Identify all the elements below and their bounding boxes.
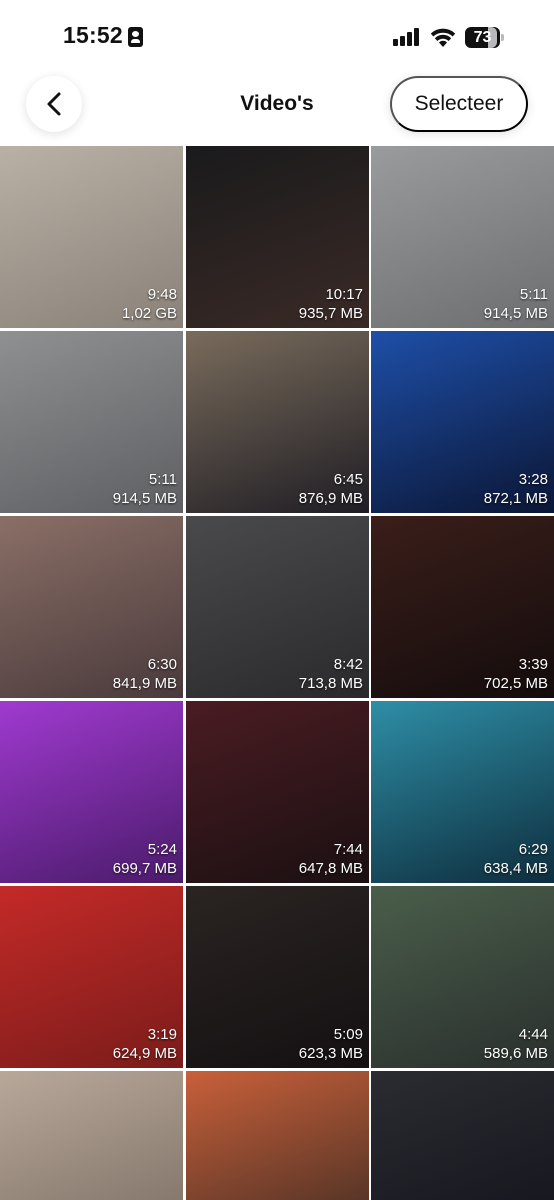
video-size: 702,5 MB [483, 675, 548, 692]
video-meta: 7:44 647,8 MB [299, 840, 363, 878]
video-duration: 9:48 [147, 286, 177, 303]
video-meta: 5:24 699,7 MB [113, 840, 177, 878]
video-size: 876,9 MB [298, 490, 363, 507]
video-duration: 3:28 [518, 471, 548, 488]
video-duration: 10:17 [325, 286, 363, 303]
video-duration: 3:39 [518, 656, 548, 673]
video-thumbnail[interactable] [371, 1071, 554, 1200]
battery-level: 73 [473, 29, 492, 46]
video-thumbnail[interactable]: 3:28 872,1 MB [371, 331, 554, 513]
video-meta: 3:39 702,5 MB [484, 655, 548, 693]
video-thumbnail[interactable]: 6:45 876,9 MB [186, 331, 369, 513]
video-meta: 9:48 1,02 GB [122, 285, 177, 323]
video-duration: 5:24 [147, 841, 177, 858]
video-thumbnail[interactable]: 5:24 699,7 MB [0, 701, 183, 883]
video-size: 623,3 MB [298, 1045, 363, 1062]
video-size: 914,5 MB [112, 490, 177, 507]
contact-card-icon [128, 27, 143, 47]
video-size: 872,1 MB [483, 490, 548, 507]
video-thumbnail[interactable]: 8:42 713,8 MB [186, 516, 369, 698]
video-size: 914,5 MB [483, 305, 548, 322]
video-thumbnail[interactable]: 5:11 914,5 MB [0, 331, 183, 513]
video-duration: 3:19 [147, 1026, 177, 1043]
video-meta: 5:11 914,5 MB [113, 470, 177, 508]
video-thumbnail[interactable] [0, 1071, 183, 1200]
video-thumbnail[interactable]: 5:11 914,5 MB [371, 146, 554, 328]
video-duration: 5:11 [148, 471, 177, 488]
video-thumbnail[interactable]: 9:48 1,02 GB [0, 146, 183, 328]
select-button[interactable]: Selecteer [390, 76, 528, 132]
video-duration: 5:11 [519, 286, 548, 303]
video-meta: 6:45 876,9 MB [299, 470, 363, 508]
wifi-icon [430, 28, 456, 47]
video-size: 624,9 MB [112, 1045, 177, 1062]
video-duration: 6:30 [147, 656, 177, 673]
video-meta: 6:29 638,4 MB [484, 840, 548, 878]
video-size: 589,6 MB [483, 1045, 548, 1062]
video-meta: 3:19 624,9 MB [113, 1025, 177, 1063]
video-duration: 4:44 [518, 1026, 548, 1043]
status-time: 15:52 [63, 22, 123, 48]
video-thumbnail[interactable]: 5:09 623,3 MB [186, 886, 369, 1068]
video-thumbnail[interactable]: 7:44 647,8 MB [186, 701, 369, 883]
video-size: 935,7 MB [298, 305, 363, 322]
video-meta: 8:42 713,8 MB [299, 655, 363, 693]
video-meta: 4:44 589,6 MB [484, 1025, 548, 1063]
video-meta: 5:11 914,5 MB [484, 285, 548, 323]
video-size: 713,8 MB [298, 675, 363, 692]
video-size: 647,8 MB [298, 860, 363, 877]
video-thumbnail[interactable]: 4:44 589,6 MB [371, 886, 554, 1068]
battery-icon: 73 [465, 27, 504, 48]
video-duration: 8:42 [333, 656, 363, 673]
video-meta: 3:28 872,1 MB [484, 470, 548, 508]
video-thumbnail[interactable]: 6:30 841,9 MB [0, 516, 183, 698]
video-duration: 7:44 [333, 841, 363, 858]
video-duration: 5:09 [333, 1026, 363, 1043]
video-duration: 6:29 [518, 841, 548, 858]
video-meta: 10:17 935,7 MB [299, 285, 363, 323]
video-thumbnail[interactable]: 10:17 935,7 MB [186, 146, 369, 328]
video-thumbnail[interactable]: 6:29 638,4 MB [371, 701, 554, 883]
video-meta: 6:30 841,9 MB [113, 655, 177, 693]
video-size: 1,02 GB [121, 305, 177, 322]
video-duration: 6:45 [333, 471, 363, 488]
status-bar: 15:52 73 [0, 0, 554, 72]
video-size: 638,4 MB [483, 860, 548, 877]
video-thumbnail[interactable] [186, 1071, 369, 1200]
video-thumbnail[interactable]: 3:19 624,9 MB [0, 886, 183, 1068]
video-size: 699,7 MB [112, 860, 177, 877]
video-size: 841,9 MB [112, 675, 177, 692]
video-thumbnail[interactable]: 3:39 702,5 MB [371, 516, 554, 698]
video-meta: 5:09 623,3 MB [299, 1025, 363, 1063]
cellular-signal-icon [393, 28, 421, 46]
